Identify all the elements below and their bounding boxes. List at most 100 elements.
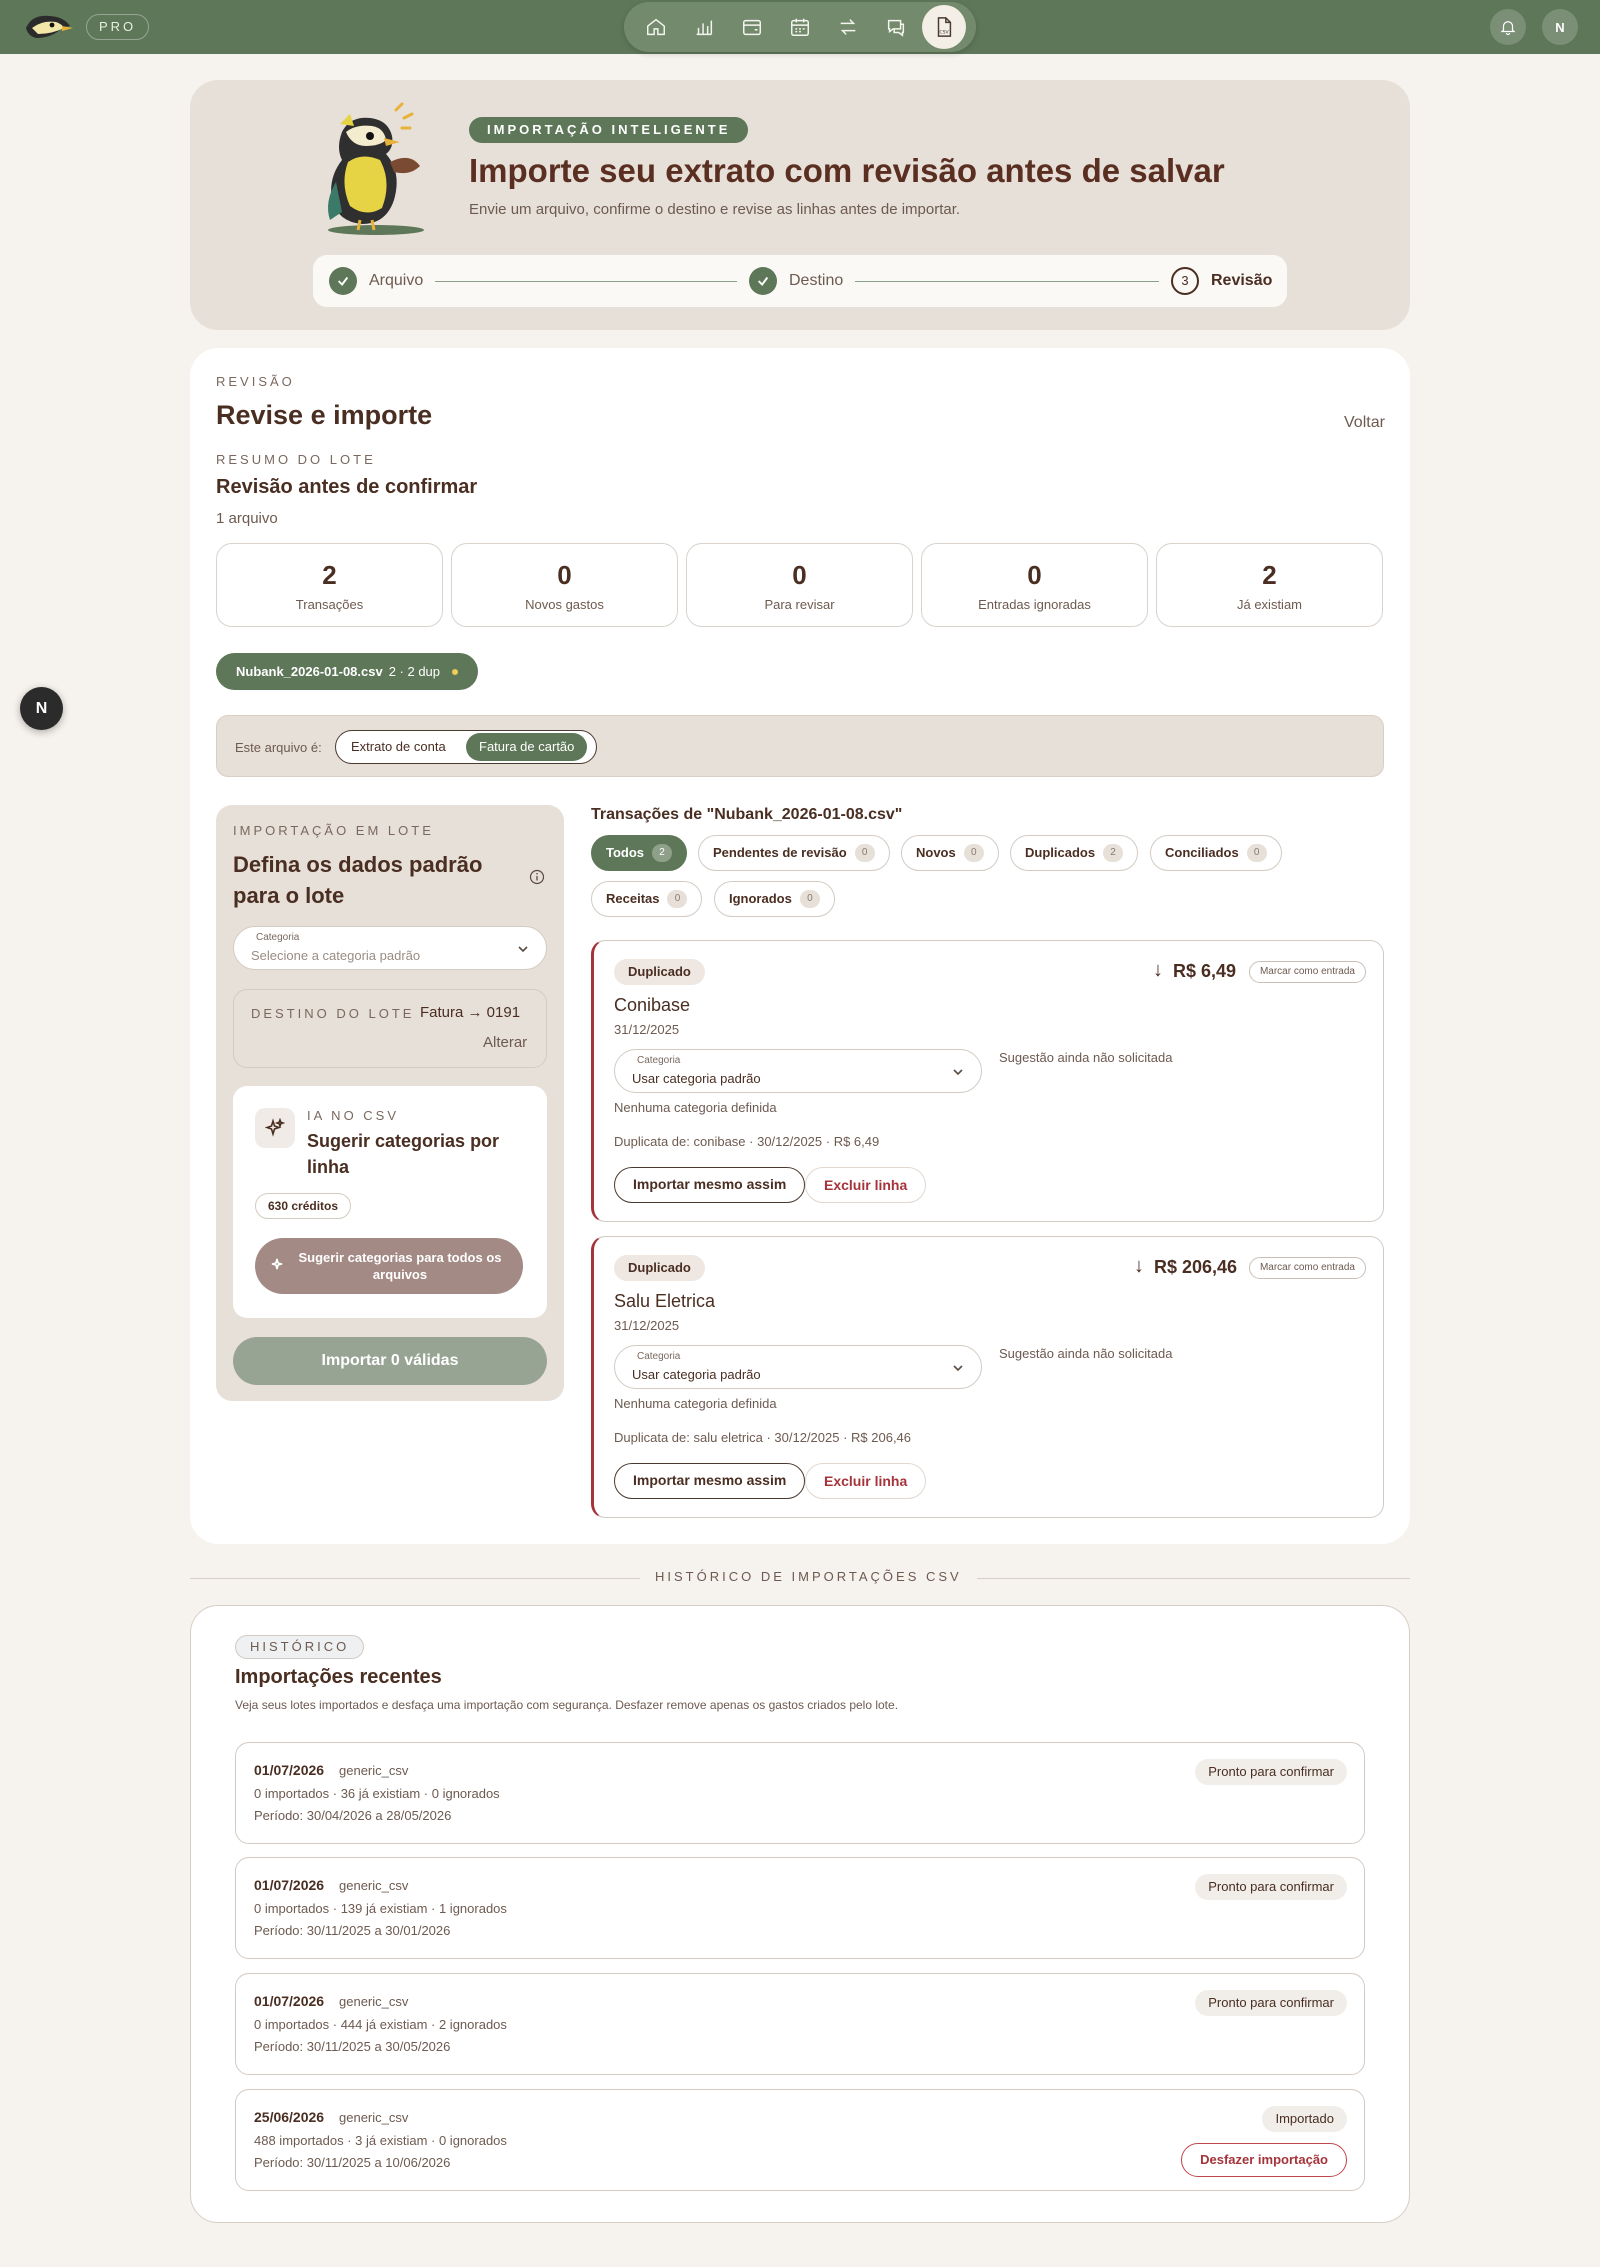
delete-line-button[interactable]: Excluir linha [805, 1167, 927, 1203]
history-tag: HISTÓRICO [235, 1635, 365, 1659]
review-eyebrow: REVISÃO [216, 374, 295, 389]
batch-defaults-panel: IMPORTAÇÃO EM LOTE Defina os dados padrã… [216, 805, 564, 1401]
stat-value: 0 [792, 560, 807, 590]
option-extrato-de-conta[interactable]: Extrato de conta [338, 733, 459, 761]
home-icon [647, 18, 665, 36]
step-revisao-number: 3 [1171, 267, 1199, 295]
import-anyway-button[interactable]: Importar mesmo assim [614, 1167, 806, 1203]
chevron-down-icon [953, 1365, 963, 1372]
undo-import-button[interactable]: Desfazer importação [1181, 2143, 1347, 2177]
bird-logo-icon[interactable] [22, 8, 74, 46]
filter-label: Novos [916, 845, 956, 860]
nav-transfers-button[interactable] [828, 7, 868, 47]
stat-value: 2 [1262, 560, 1277, 590]
duplicate-badge: Duplicado [614, 1255, 705, 1281]
stat-ja-existiam: 2 Já existiam [1156, 543, 1383, 627]
back-button[interactable]: Voltar [1344, 414, 1385, 432]
file-chip-meta: 2 · 2 dup [388, 664, 441, 679]
history-row[interactable]: 01/07/2026 generic_csv 0 importados · 13… [235, 1857, 1365, 1959]
batch-destination: DESTINO DO LOTE Fatura → 0191 Alterar [233, 989, 547, 1068]
category-value: Usar categoria padrão [632, 1367, 761, 1382]
transaction-card: Duplicado ↓ R$ 6,49 Marcar como entrada … [591, 940, 1384, 1222]
import-hero: IMPORTAÇÃO INTELIGENTE Importe seu extra… [190, 80, 1410, 330]
filter-pendentes-de-revisao[interactable]: Pendentes de revisão 0 [698, 835, 890, 871]
nav-csv-import-button[interactable]: CSV [922, 5, 966, 49]
stat-label: Já existiam [1236, 597, 1303, 612]
step-destino-label[interactable]: Destino [789, 272, 843, 290]
main-navigation: CSV [624, 2, 976, 52]
category-placeholder: Selecione a categoria padrão [251, 948, 421, 963]
nav-reports-button[interactable] [684, 7, 724, 47]
mark-as-income-button[interactable]: Marcar como entrada [1248, 961, 1366, 983]
transaction-category-select[interactable]: Categoria Usar categoria padrão [614, 1345, 982, 1389]
user-avatar[interactable]: N [1542, 9, 1578, 45]
file-chip[interactable]: Nubank_2026-01-08.csv 2 · 2 dup [216, 653, 479, 690]
transaction-category-select[interactable]: Categoria Usar categoria padrão [614, 1049, 982, 1093]
import-valid-button[interactable]: Importar 0 válidas [233, 1337, 547, 1385]
filter-duplicados[interactable]: Duplicados 2 [1010, 835, 1139, 871]
nav-chat-button[interactable] [876, 7, 916, 47]
stat-entradas-ignoradas: 0 Entradas ignoradas [921, 543, 1148, 627]
step-connector [435, 281, 737, 282]
bell-icon [1500, 21, 1516, 36]
category-caption: Categoria [256, 932, 300, 943]
history-row[interactable]: 01/07/2026 generic_csv 0 importados · 44… [235, 1973, 1365, 2075]
sparkles-icon [271, 1258, 283, 1270]
nav-home-button[interactable] [636, 7, 676, 47]
duplicate-of-note: Duplicata de: conibase · 30/12/2025 · R$… [614, 1134, 880, 1149]
filter-label: Pendentes de revisão [713, 845, 847, 860]
hero-tag: IMPORTAÇÃO INTELIGENTE [469, 117, 749, 143]
option-fatura-de-cartao[interactable]: Fatura de cartão [466, 733, 588, 761]
filter-todos[interactable]: Todos 2 [591, 835, 688, 871]
stat-value: 2 [322, 560, 337, 590]
history-divider-label: HISTÓRICO DE IMPORTAÇÕES CSV [640, 1569, 977, 1584]
no-category-note: Nenhuma categoria definida [614, 1100, 777, 1115]
expense-arrow-icon: ↓ [1134, 1255, 1144, 1277]
wallet-icon [743, 19, 761, 36]
filter-ignorados[interactable]: Ignorados 0 [714, 881, 835, 917]
ai-icon-badge [255, 1108, 295, 1148]
history-row[interactable]: 01/07/2026 generic_csv 0 importados · 36… [235, 1742, 1365, 1844]
filter-label: Todos [606, 845, 645, 860]
filter-label: Ignorados [729, 891, 792, 906]
nav-calendar-button[interactable] [780, 7, 820, 47]
filter-receitas[interactable]: Receitas 0 [591, 881, 703, 917]
plan-badge: PRO [86, 14, 150, 40]
destination-eyebrow: DESTINO DO LOTE [251, 1006, 415, 1021]
floating-assistant-button[interactable]: N [20, 687, 63, 730]
csv-file-icon: CSV [937, 17, 952, 37]
stat-para-revisar: 0 Para revisar [686, 543, 913, 627]
file-type-selector: Este arquivo é: Extrato de conta Fatura … [216, 715, 1384, 777]
chevron-down-icon [953, 1069, 963, 1076]
delete-line-button[interactable]: Excluir linha [805, 1463, 927, 1499]
status-badge: Pronto para confirmar [1195, 1874, 1347, 1900]
mark-as-income-button[interactable]: Marcar como entrada [1248, 1257, 1366, 1279]
notifications-button[interactable] [1490, 9, 1526, 45]
history-card: HISTÓRICO Importações recentes Veja seus… [190, 1605, 1410, 2223]
check-icon [757, 276, 769, 286]
default-category-select[interactable]: Categoria Selecione a categoria padrão [233, 926, 547, 970]
history-stats: 0 importados · 36 já existiam · 0 ignora… [254, 1786, 500, 1801]
info-icon[interactable] [529, 869, 545, 885]
bar-chart-icon [696, 20, 713, 36]
suggest-categories-button[interactable]: Sugerir categorias para todos os arquivo… [255, 1238, 523, 1294]
filter-label: Receitas [606, 891, 660, 906]
duplicate-badge: Duplicado [614, 959, 705, 985]
step-arquivo-label[interactable]: Arquivo [369, 272, 423, 290]
bird-mascot-icon [328, 102, 424, 235]
category-caption: Categoria [637, 1351, 681, 1362]
transactions-title: Transações de "Nubank_2026-01-08.csv" [591, 806, 903, 823]
suggestion-status: Sugestão ainda não solicitada [999, 1050, 1173, 1065]
import-anyway-button[interactable]: Importar mesmo assim [614, 1463, 806, 1499]
history-row[interactable]: 25/06/2026 generic_csv 488 importados · … [235, 2089, 1365, 2191]
filter-novos[interactable]: Novos 0 [901, 835, 999, 871]
change-destination-button[interactable]: Alterar [483, 1034, 527, 1051]
transaction-card: Duplicado ↓ R$ 206,46 Marcar como entrad… [591, 1236, 1384, 1518]
summary-title: Revisão antes de confirmar [216, 476, 478, 498]
history-source: generic_csv [339, 2110, 409, 2125]
page-subtitle: Envie um arquivo, confirme o destino e r… [469, 201, 961, 218]
nav-wallet-button[interactable] [732, 7, 772, 47]
filter-conciliados[interactable]: Conciliados 0 [1150, 835, 1282, 871]
step-connector [855, 281, 1159, 282]
filter-count: 0 [667, 890, 688, 908]
